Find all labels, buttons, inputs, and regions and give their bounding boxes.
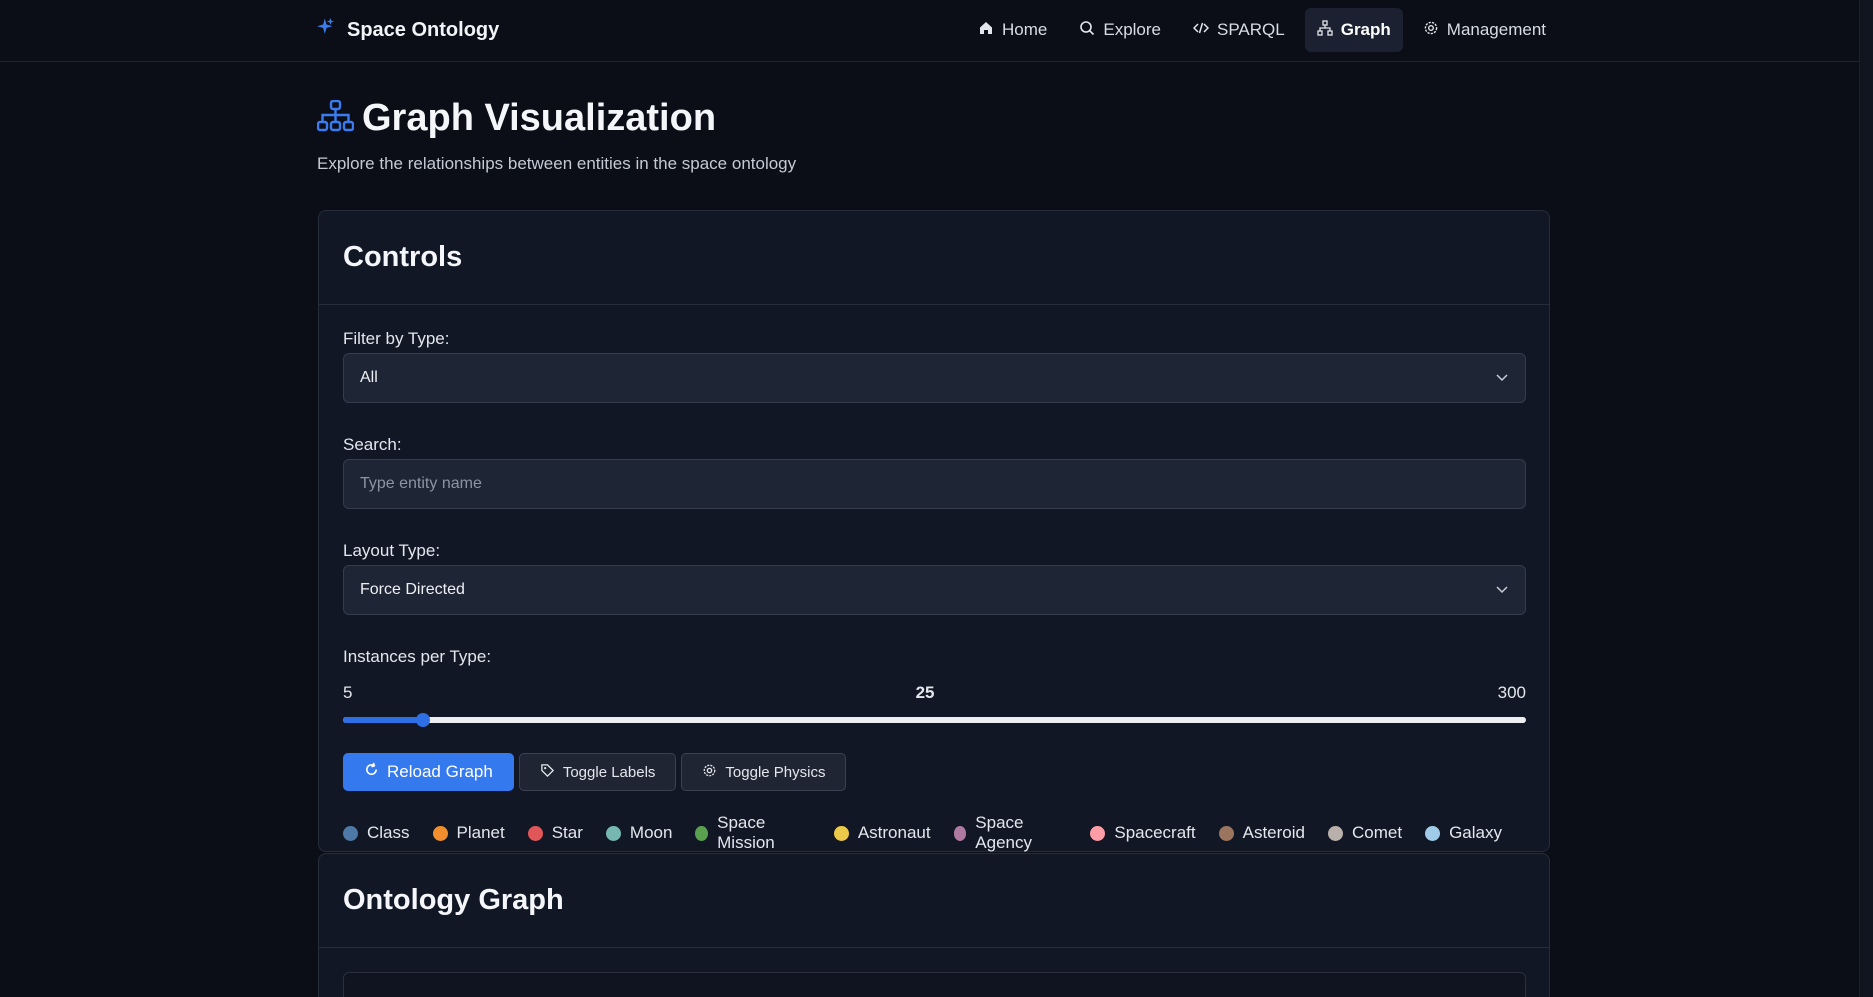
legend-color-dot — [343, 825, 358, 841]
legend-item: Comet — [1328, 823, 1402, 843]
slider-thumb[interactable] — [416, 713, 430, 727]
filter-type-select[interactable]: All — [343, 353, 1526, 403]
layout-type-select[interactable]: Force Directed — [343, 565, 1526, 615]
controls-card: Controls Filter by Type: All Search: Lay… — [318, 210, 1550, 852]
graph-canvas[interactable] — [343, 972, 1526, 997]
legend-color-dot — [953, 825, 967, 841]
controls-title: Controls — [343, 241, 463, 273]
page-subtitle: Explore the relationships between entiti… — [317, 154, 797, 173]
legend-color-dot — [833, 825, 849, 841]
nav-sparql[interactable]: SPARQL — [1181, 8, 1297, 52]
toggle-labels-button[interactable]: Toggle Labels — [518, 753, 677, 791]
nav-home-label: Home — [1002, 20, 1048, 39]
nav-sparql-label: SPARQL — [1217, 20, 1285, 39]
legend-label: Space Agency — [975, 813, 1032, 852]
legend-color-dot — [695, 825, 709, 841]
brand-name: Space Ontology — [347, 18, 500, 41]
legend-label: Astronaut — [857, 823, 931, 842]
nav-management[interactable]: Management — [1411, 8, 1558, 52]
chevron-down-icon — [1495, 581, 1509, 599]
legend-item: Star — [527, 823, 583, 843]
type-legend: Class Planet Star Moon Space Mission Astronau… — [343, 813, 1525, 853]
nav-management-label: Management — [1446, 20, 1547, 39]
sparkles-icon — [317, 17, 337, 44]
legend-item: Moon — [605, 823, 673, 843]
legend-color-dot — [1218, 825, 1234, 841]
slider-min-label: 5 — [343, 683, 353, 702]
legend-item: Asteroid — [1218, 823, 1305, 843]
nav-explore-label: Explore — [1103, 20, 1161, 39]
network-icon — [1317, 19, 1333, 41]
legend-label: Star — [551, 823, 583, 842]
nav-graph-label: Graph — [1340, 20, 1391, 39]
legend-label: Planet — [456, 823, 505, 842]
legend-item: Class — [343, 823, 410, 843]
slider-rail — [343, 717, 1526, 723]
legend-color-dot — [527, 825, 543, 841]
navbar: Space Ontology Home Explore SPARQL Graph — [0, 0, 1859, 62]
search-input[interactable] — [343, 459, 1526, 509]
instances-label: Instances per Type: — [343, 647, 492, 666]
search-label: Search: — [343, 435, 402, 454]
legend-item: Planet — [432, 823, 505, 843]
refresh-icon — [364, 762, 379, 782]
brand[interactable]: Space Ontology — [317, 15, 499, 45]
legend-item: Galaxy — [1425, 823, 1502, 843]
legend-item: Astronaut — [833, 823, 931, 843]
legend-item: Spacecraft — [1090, 823, 1196, 843]
toggle-physics-label: Toggle Physics — [725, 763, 826, 781]
filter-type-label: Filter by Type: — [343, 329, 450, 348]
home-icon — [978, 20, 994, 41]
layout-type-value: Force Directed — [360, 581, 465, 598]
legend-item: Space Mission — [695, 813, 810, 853]
legend-color-dot — [432, 825, 448, 841]
tag-icon — [540, 763, 555, 782]
legend-label: Spacecraft — [1114, 823, 1196, 842]
page-title: Graph Visualization — [362, 96, 717, 139]
reload-graph-button[interactable]: Reload Graph — [343, 753, 514, 791]
gear-icon — [1423, 20, 1439, 41]
filter-type-value: All — [360, 369, 378, 386]
search-icon — [1079, 20, 1095, 41]
network-icon — [316, 99, 355, 137]
legend-label: Comet — [1352, 823, 1403, 842]
page-scrollbar[interactable] — [1859, 0, 1873, 997]
legend-label: Class — [367, 823, 410, 842]
legend-color-dot — [1425, 825, 1441, 841]
nav-home[interactable]: Home — [966, 8, 1059, 52]
page-header: Graph Visualization Explore the relation… — [316, 96, 797, 174]
chevron-down-icon — [1495, 369, 1509, 387]
legend-item: Space Agency — [953, 813, 1068, 853]
legend-color-dot — [605, 825, 621, 841]
legend-label: Space Mission — [717, 813, 775, 852]
slider-max-label: 300 — [1497, 683, 1526, 702]
graph-title: Ontology Graph — [343, 884, 564, 916]
legend-label: Asteroid — [1242, 823, 1305, 842]
nav-graph[interactable]: Graph — [1304, 8, 1403, 52]
reload-graph-label: Reload Graph — [387, 762, 493, 781]
gear-icon — [702, 763, 717, 782]
instances-slider[interactable] — [343, 713, 1526, 727]
legend-color-dot — [1090, 825, 1106, 841]
legend-label: Galaxy — [1449, 823, 1502, 842]
legend-label: Moon — [629, 823, 673, 842]
slider-current-value: 25 — [915, 683, 935, 702]
graph-card-header: Ontology Graph — [319, 854, 1549, 948]
slider-fill — [343, 717, 423, 723]
legend-color-dot — [1328, 825, 1343, 841]
controls-card-header: Controls — [319, 211, 1549, 305]
graph-card: Ontology Graph — [318, 853, 1550, 997]
nav-explore[interactable]: Explore — [1067, 8, 1173, 52]
toggle-labels-label: Toggle Labels — [562, 763, 656, 781]
main-nav: Home Explore SPARQL Graph Management — [966, 8, 1558, 52]
code-icon — [1192, 20, 1210, 41]
layout-type-label: Layout Type: — [343, 541, 441, 560]
toggle-physics-button[interactable]: Toggle Physics — [681, 753, 847, 791]
